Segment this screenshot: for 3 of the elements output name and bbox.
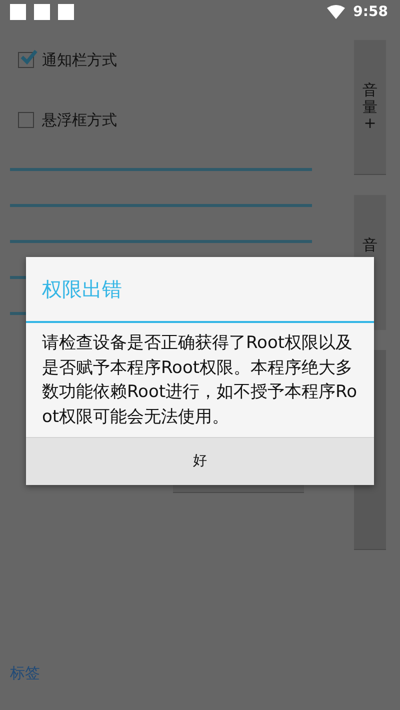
dialog-message: 请检查设备是否正确获得了Root权限以及是否赋予本程序Root权限。本程序绝大多数功能依赖Root进行，如不授予本程序Root权限可能会无法使用。	[41, 332, 358, 428]
dialog-title: 权限出错	[42, 276, 122, 303]
clock: 9:58	[353, 2, 388, 22]
